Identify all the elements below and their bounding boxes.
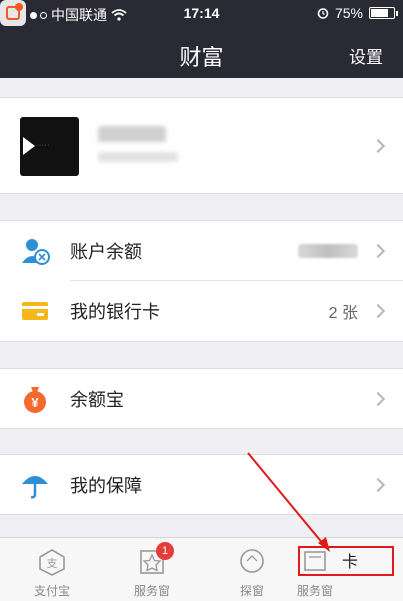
annotation-box bbox=[298, 546, 394, 576]
alipay-icon: 支 bbox=[39, 549, 65, 576]
chevron-right-icon bbox=[370, 477, 386, 493]
tab-service-window-label: 服务窗 bbox=[133, 584, 170, 598]
battery-percent: 75% bbox=[334, 5, 363, 21]
svg-text:支: 支 bbox=[47, 557, 58, 570]
avatar: ····· bbox=[20, 117, 79, 176]
money-bag-icon: ¥ bbox=[24, 387, 46, 413]
chevron-right-icon bbox=[370, 138, 386, 154]
chevron-right-icon bbox=[370, 303, 386, 319]
tab-alipay[interactable]: 支 支付宝 bbox=[12, 538, 92, 601]
blurred-balance-value bbox=[298, 244, 358, 258]
status-right: 75% bbox=[317, 5, 398, 21]
discover-icon bbox=[240, 549, 264, 573]
tab-alipay-label: 支付宝 bbox=[33, 584, 70, 598]
user-balance-icon bbox=[22, 239, 50, 265]
bank-card-count: 2 张 bbox=[328, 305, 358, 322]
yuebao-label: 余额宝 bbox=[70, 390, 124, 410]
bank-card-row[interactable]: 我的银行卡 2 张 bbox=[0, 281, 403, 341]
insurance-label: 我的保障 bbox=[70, 476, 142, 496]
bank-card-icon bbox=[22, 302, 48, 320]
insurance-row[interactable]: 我的保障 bbox=[0, 455, 403, 515]
insurance-section: 我的保障 bbox=[0, 454, 403, 515]
alarm-icon bbox=[317, 8, 329, 19]
blurred-account bbox=[98, 152, 178, 162]
bank-card-label: 我的银行卡 bbox=[70, 302, 160, 322]
chevron-right-icon bbox=[370, 391, 386, 407]
tab-service-window[interactable]: 1 服务窗 bbox=[112, 538, 192, 601]
play-icon bbox=[23, 137, 35, 155]
account-balance-label: 账户余额 bbox=[70, 242, 142, 262]
avatar-decoration: ····· bbox=[36, 142, 51, 149]
chevron-right-icon bbox=[370, 243, 386, 259]
yuebao-row[interactable]: ¥ 余额宝 bbox=[0, 369, 403, 429]
svg-text:¥: ¥ bbox=[31, 395, 39, 410]
status-bar: 中国联通 17:14 75% bbox=[0, 0, 403, 28]
blurred-username bbox=[98, 126, 166, 142]
profile-card[interactable]: ····· bbox=[0, 97, 403, 194]
settings-button[interactable]: 设置 bbox=[349, 43, 383, 68]
page-title: 财富 bbox=[179, 45, 224, 70]
account-balance-row[interactable]: 账户余额 bbox=[0, 221, 403, 281]
battery-icon bbox=[369, 7, 398, 19]
account-section: 账户余额 我的银行卡 2 张 bbox=[0, 220, 403, 342]
yuebao-section: ¥ 余额宝 bbox=[0, 368, 403, 429]
notification-badge: 1 bbox=[156, 542, 174, 560]
nav-bar: 财富 设置 bbox=[0, 28, 403, 78]
umbrella-icon bbox=[22, 476, 48, 499]
